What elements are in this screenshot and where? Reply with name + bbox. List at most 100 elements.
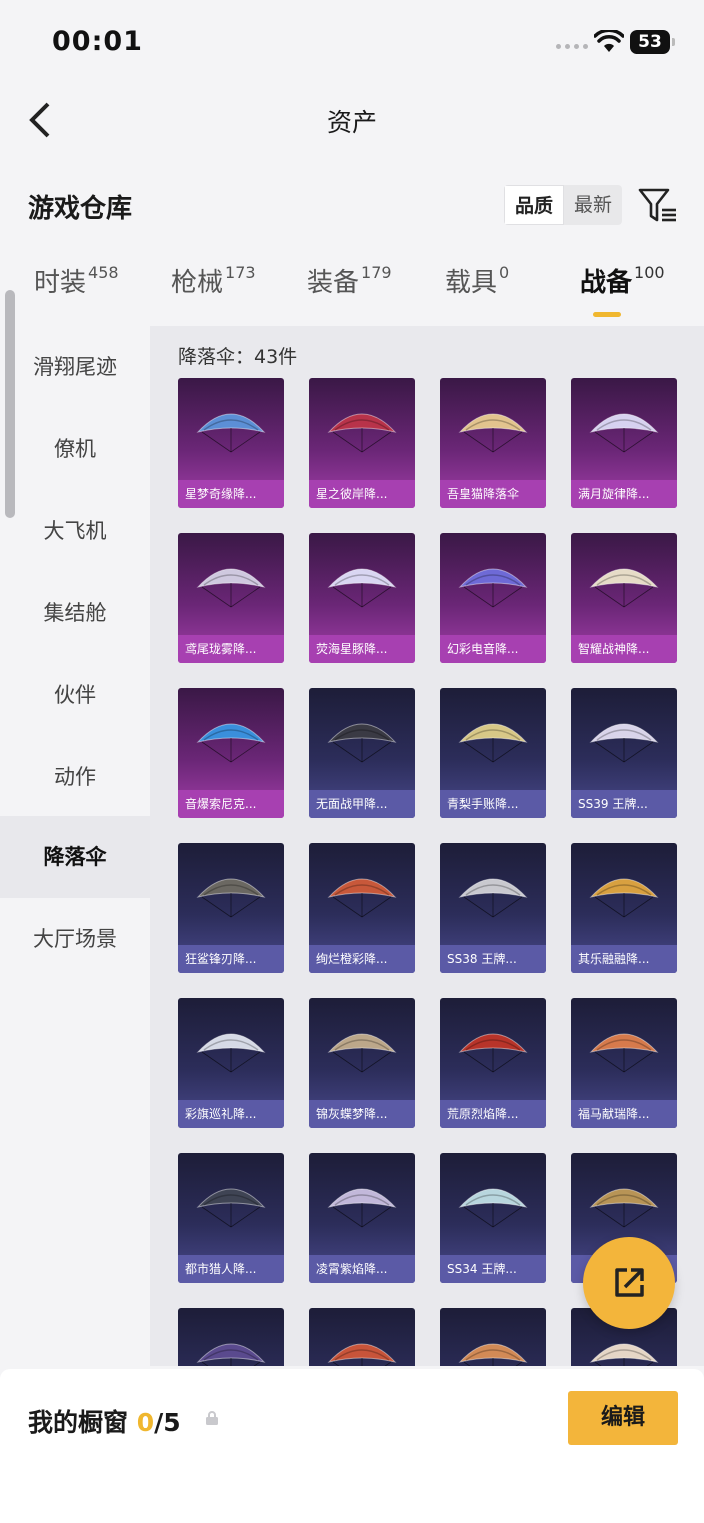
parachute-card[interactable]: 荧海星豚降... <box>309 533 415 663</box>
tab-label: 载具 <box>445 268 498 298</box>
parachute-icon <box>456 557 530 608</box>
parachute-card[interactable]: 狂鲨锋刃降... <box>178 843 284 973</box>
sort-option-newest[interactable]: 最新 <box>564 185 622 225</box>
tab-count: 179 <box>361 263 392 282</box>
parachute-name: 星梦奇缘降... <box>178 480 284 508</box>
parachute-name: 青梨手账降... <box>440 790 546 818</box>
parachute-card[interactable]: 青梨手账降... <box>440 688 546 818</box>
parachute-icon <box>587 1332 661 1366</box>
parachute-icon <box>325 1022 399 1073</box>
parachute-card[interactable]: 吾皇猫降落伞 <box>440 378 546 508</box>
parachute-card[interactable]: SS34 王牌... <box>440 1153 546 1283</box>
nav-bar: 资产 <box>0 84 704 156</box>
parachute-card[interactable]: 鸢尾珑雾降... <box>178 533 284 663</box>
parachute-card[interactable]: 其乐融融降... <box>571 843 677 973</box>
category-tabs: 时装 458 枪械 173 装备 179 载具 0 战备 100 <box>0 262 704 322</box>
parachute-card[interactable]: 音爆索尼克... <box>178 688 284 818</box>
parachute-icon <box>456 1332 530 1366</box>
parachute-card[interactable]: SS39 王牌... <box>571 688 677 818</box>
page-title: 资产 <box>326 108 377 137</box>
parachute-name: 荒原烈焰降... <box>440 1100 546 1128</box>
parachute-icon <box>587 1177 661 1228</box>
parachute-card[interactable]: 都市猎人降... <box>178 1153 284 1283</box>
edit-button[interactable]: 编辑 <box>568 1391 678 1445</box>
parachute-card[interactable]: 满月旋律降... <box>571 378 677 508</box>
parachute-icon <box>194 1332 268 1366</box>
tab-label: 战备 <box>580 268 633 298</box>
parachute-card[interactable]: 荒原烈焰降... <box>440 998 546 1128</box>
parachute-icon <box>325 402 399 453</box>
parachute-name: 其乐融融降... <box>571 945 677 973</box>
sidebar-item-wingman[interactable]: 僚机 <box>0 408 150 490</box>
share-icon <box>615 1268 644 1297</box>
sort-toggle: 品质 最新 <box>504 185 622 225</box>
sidebar-item-pod[interactable]: 集结舱 <box>0 572 150 654</box>
parachute-name: 吾皇猫降落伞 <box>440 480 546 508</box>
filter-button[interactable] <box>638 186 678 226</box>
parachute-icon <box>587 867 661 918</box>
tab-count: 173 <box>225 263 256 282</box>
sidebar: 滑翔尾迹 僚机 大飞机 集结舱 伙伴 动作 降落伞 大厅场景 <box>0 326 150 1366</box>
sidebar-item-plane[interactable]: 大飞机 <box>0 490 150 572</box>
parachute-icon <box>587 402 661 453</box>
parachute-card[interactable]: 无面战甲降... <box>309 688 415 818</box>
parachute-icon <box>325 1332 399 1366</box>
parachute-icon <box>325 557 399 608</box>
sidebar-item-lobby-scene[interactable]: 大厅场景 <box>0 898 150 980</box>
parachute-card[interactable] <box>440 1308 546 1366</box>
parachute-card[interactable]: 绚烂橙彩降... <box>309 843 415 973</box>
parachute-card[interactable] <box>178 1308 284 1366</box>
showcase-title: 我的橱窗 <box>28 1408 129 1437</box>
parachute-name: 绚烂橙彩降... <box>309 945 415 973</box>
parachute-name: 无面战甲降... <box>309 790 415 818</box>
parachute-card[interactable]: 彩旗巡礼降... <box>178 998 284 1128</box>
parachute-card[interactable]: 星之彼岸降... <box>309 378 415 508</box>
sidebar-item-emote[interactable]: 动作 <box>0 736 150 818</box>
parachute-name: SS34 王牌... <box>440 1255 546 1283</box>
parachute-card[interactable]: 福马献瑞降... <box>571 998 677 1128</box>
tab-battle-prep[interactable]: 战备 100 <box>580 262 665 317</box>
parachute-card[interactable] <box>309 1308 415 1366</box>
tab-fashion[interactable]: 时装 458 <box>34 262 119 299</box>
parachute-name: 星之彼岸降... <box>309 480 415 508</box>
tab-count: 100 <box>634 263 665 282</box>
parachute-card[interactable]: SS38 王牌... <box>440 843 546 973</box>
parachute-icon <box>194 867 268 918</box>
tab-count: 0 <box>499 263 510 282</box>
battery-icon: 53 <box>630 30 675 54</box>
parachute-icon <box>194 1022 268 1073</box>
parachute-card[interactable]: 锦灰蝶梦降... <box>309 998 415 1128</box>
tab-weapons[interactable]: 枪械 173 <box>171 262 256 299</box>
sort-option-quality[interactable]: 品质 <box>504 185 564 225</box>
parachute-card[interactable]: 星梦奇缘降... <box>178 378 284 508</box>
parachute-name: 鸢尾珑雾降... <box>178 635 284 663</box>
showcase-count-total: /5 <box>154 1408 181 1437</box>
item-count-label: 降落伞：43件 <box>178 346 298 368</box>
parachute-card[interactable]: 幻彩电音降... <box>440 533 546 663</box>
status-bar: 00:01 53 <box>0 0 704 84</box>
parachute-icon <box>587 712 661 763</box>
parachute-icon <box>456 712 530 763</box>
sidebar-scrollbar[interactable] <box>5 290 15 518</box>
sidebar-item-parachute[interactable]: 降落伞 <box>0 816 150 898</box>
parachute-card[interactable]: 凌霄紫焰降... <box>309 1153 415 1283</box>
tab-active-indicator <box>593 312 621 317</box>
parachute-icon <box>194 557 268 608</box>
tab-vehicles[interactable]: 载具 0 <box>445 262 509 299</box>
parachute-name: 凌霄紫焰降... <box>309 1255 415 1283</box>
sidebar-item-companion[interactable]: 伙伴 <box>0 654 150 736</box>
tab-equipment[interactable]: 装备 179 <box>307 262 392 299</box>
parachute-icon <box>325 712 399 763</box>
share-button[interactable] <box>583 1237 675 1329</box>
parachute-icon <box>456 1177 530 1228</box>
wifi-icon <box>594 30 624 52</box>
parachute-icon <box>194 402 268 453</box>
parachute-icon <box>587 557 661 608</box>
parachute-name: 锦灰蝶梦降... <box>309 1100 415 1128</box>
tab-label: 装备 <box>307 268 360 298</box>
parachute-card[interactable]: 智耀战神降... <box>571 533 677 663</box>
parachute-name: 音爆索尼克... <box>178 790 284 818</box>
showcase-bar: 我的橱窗 0/5 编辑 <box>0 1369 704 1523</box>
sidebar-item-glide-trail[interactable]: 滑翔尾迹 <box>0 326 150 408</box>
lock-icon <box>206 1411 218 1425</box>
